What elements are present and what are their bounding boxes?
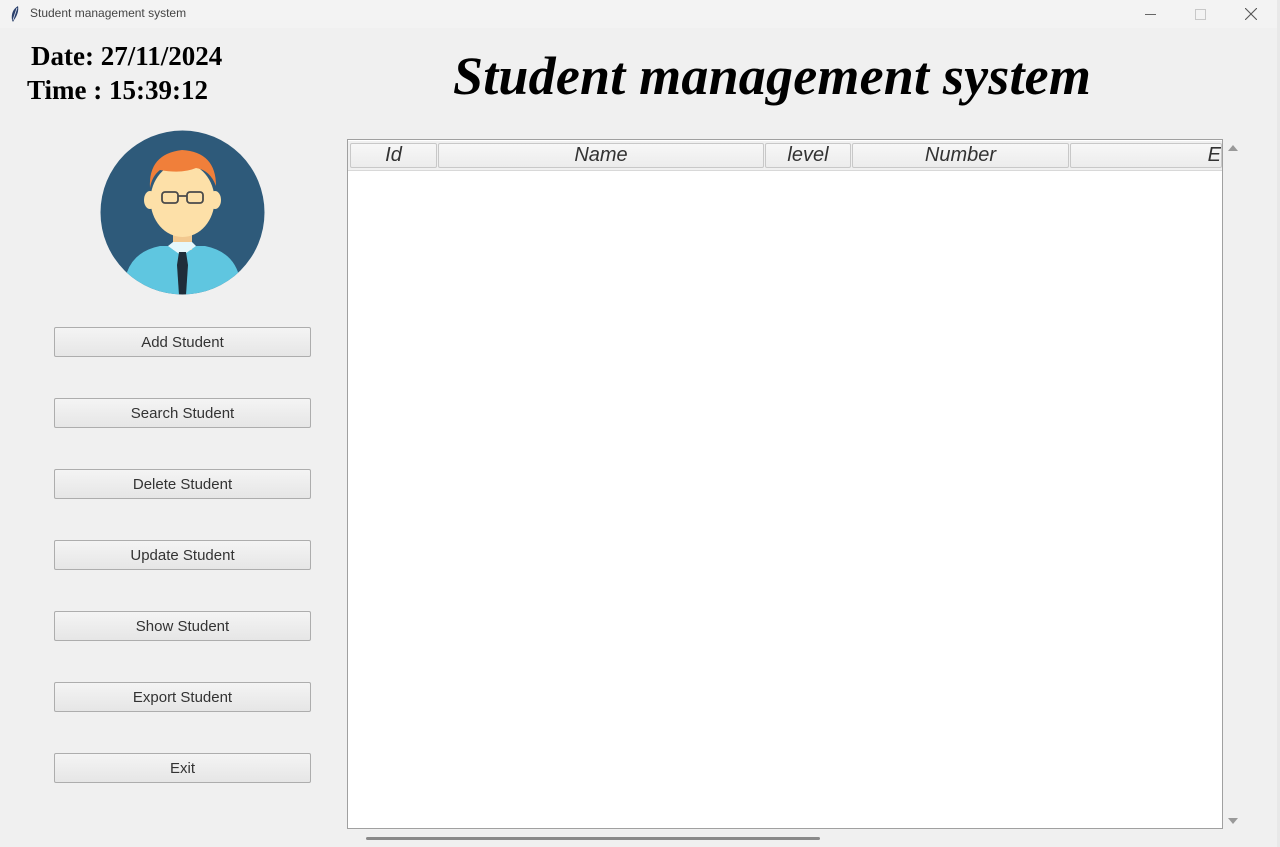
minimize-icon: [1144, 13, 1156, 15]
table-header-row: Id Name level Number E: [348, 141, 1222, 171]
update-student-button[interactable]: Update Student: [54, 540, 311, 570]
scroll-down-icon[interactable]: [1228, 818, 1238, 824]
export-student-button[interactable]: Export Student: [54, 682, 311, 712]
exit-button[interactable]: Exit: [54, 753, 311, 783]
column-header-email[interactable]: E: [1070, 143, 1222, 168]
column-header-level[interactable]: level: [765, 143, 851, 168]
minimize-button[interactable]: [1127, 0, 1173, 28]
time-label: Time : 15:39:12: [27, 75, 208, 105]
app-heading: Student management system: [453, 46, 1092, 106]
vertical-scrollbar[interactable]: [1224, 139, 1242, 829]
date-label: Date: 27/11/2024: [31, 41, 223, 71]
maximize-button[interactable]: [1177, 0, 1223, 28]
delete-student-button[interactable]: Delete Student: [54, 469, 311, 499]
window-title: Student management system: [30, 6, 187, 20]
horizontal-scrollbar-thumb[interactable]: [366, 837, 820, 840]
column-header-name[interactable]: Name: [438, 143, 764, 168]
show-student-button[interactable]: Show Student: [54, 611, 311, 641]
column-header-number[interactable]: Number: [852, 143, 1069, 168]
maximize-icon: [1194, 8, 1206, 20]
student-avatar-icon: [100, 130, 265, 295]
scroll-up-icon[interactable]: [1228, 145, 1238, 151]
window-titlebar: Student management system: [0, 0, 1280, 28]
student-table[interactable]: Id Name level Number E: [347, 139, 1223, 829]
column-header-id[interactable]: Id: [350, 143, 437, 168]
search-student-button[interactable]: Search Student: [54, 398, 311, 428]
feather-icon: [11, 6, 19, 22]
close-button[interactable]: [1228, 0, 1274, 28]
table-body: [348, 171, 1222, 828]
add-student-button[interactable]: Add Student: [54, 327, 311, 357]
close-icon: [1245, 8, 1257, 20]
